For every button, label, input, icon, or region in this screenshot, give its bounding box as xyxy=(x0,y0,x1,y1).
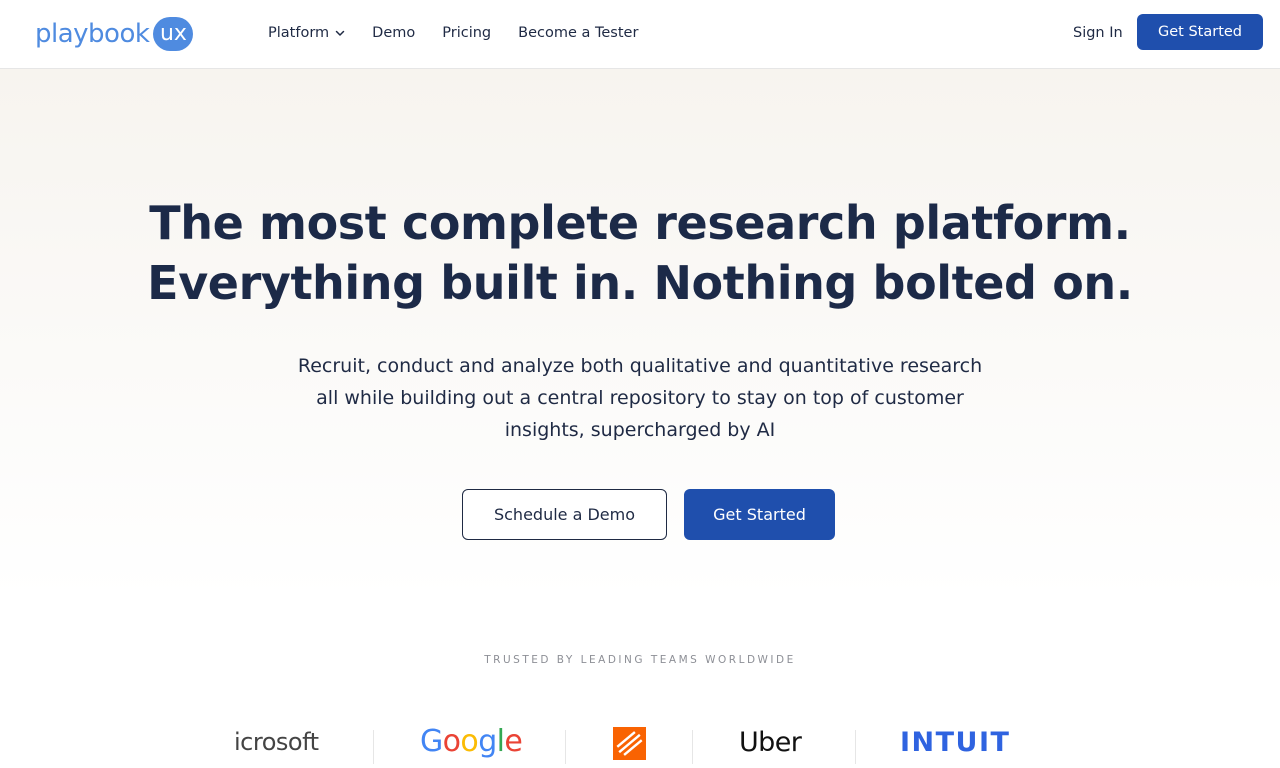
google-letter: e xyxy=(504,724,523,759)
chevron-down-icon xyxy=(335,30,345,36)
playbookux-logo[interactable]: playbook ux xyxy=(35,16,194,52)
uber-logo: Uber xyxy=(739,727,802,758)
logo-divider xyxy=(565,730,566,764)
intuit-logo: INTUIT xyxy=(900,727,1011,758)
hero-headline-line-2: Everything built in. Nothing bolted on. xyxy=(147,256,1133,310)
google-letter: g xyxy=(478,724,497,759)
header-get-started-button[interactable]: Get Started xyxy=(1137,14,1263,50)
hero-subheadline-line-3: insights, supercharged by AI xyxy=(504,419,776,441)
main-nav: Platform Demo Pricing Become a Tester xyxy=(268,20,665,46)
logo-divider xyxy=(855,730,856,764)
hero-get-started-button[interactable]: Get Started xyxy=(684,489,835,540)
home-depot-logo xyxy=(613,727,646,760)
nav-become-a-tester[interactable]: Become a Tester xyxy=(518,25,638,41)
logo-divider xyxy=(373,730,374,764)
sign-in-link[interactable]: Sign In xyxy=(1073,20,1123,46)
nav-demo[interactable]: Demo xyxy=(372,25,415,41)
trusted-by-label: TRUSTED BY LEADING TEAMS WORLDWIDE xyxy=(484,654,796,666)
nav-platform[interactable]: Platform xyxy=(268,25,345,41)
logo-badge: ux xyxy=(153,17,194,51)
google-letter: G xyxy=(420,724,443,759)
nav-pricing[interactable]: Pricing xyxy=(442,25,491,41)
hero-subheadline-line-1: Recruit, conduct and analyze both qualit… xyxy=(297,355,983,377)
logo-divider xyxy=(692,730,693,764)
google-letter: o xyxy=(460,724,479,759)
hero-headline: The most complete research platform. Eve… xyxy=(0,193,1280,313)
logo-wordmark: playbook xyxy=(35,19,150,49)
customer-logos-strip: icrosoft Google Uber INTUIT xyxy=(0,718,1280,768)
google-letter: o xyxy=(442,724,461,759)
site-header: playbook ux Platform Demo Pricing Become… xyxy=(0,0,1280,69)
hero-subheadline-line-2: all while building out a central reposit… xyxy=(316,387,964,409)
hero-subheadline: Recruit, conduct and analyze both qualit… xyxy=(240,350,1040,446)
schedule-demo-button[interactable]: Schedule a Demo xyxy=(462,489,667,540)
nav-platform-label: Platform xyxy=(268,25,330,41)
hero-headline-line-1: The most complete research platform. xyxy=(149,196,1131,250)
microsoft-logo: icrosoft xyxy=(234,728,319,756)
google-logo: Google xyxy=(420,724,523,759)
